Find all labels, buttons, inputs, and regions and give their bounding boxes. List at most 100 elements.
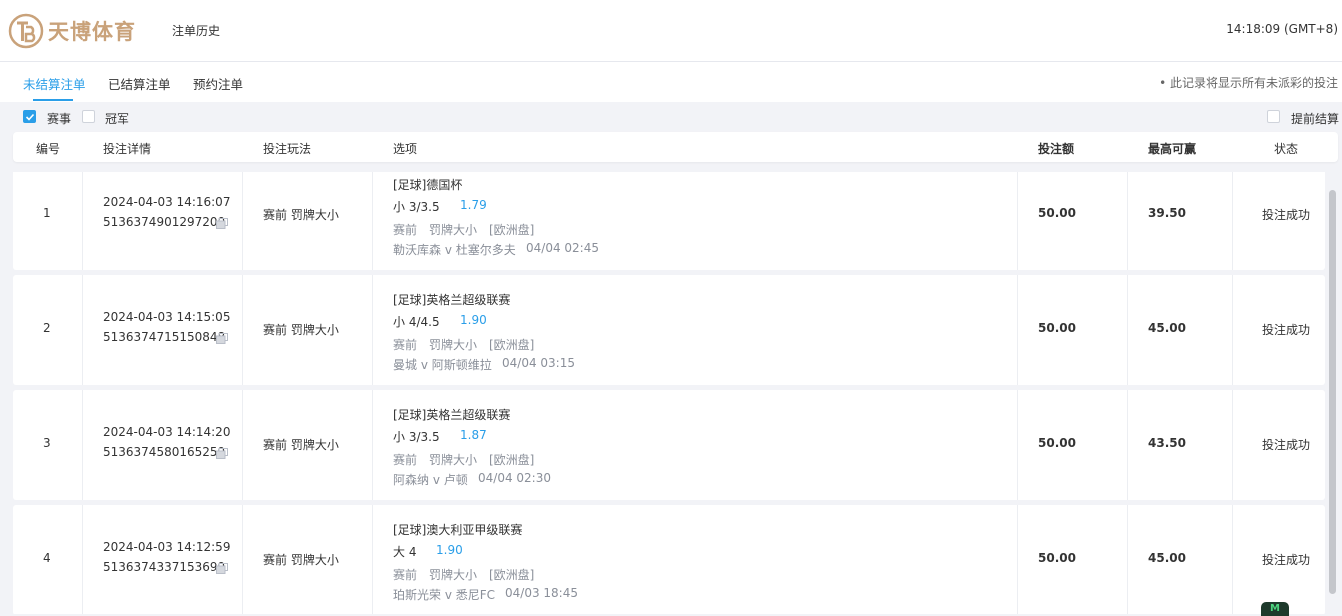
cell-stake: 50.00 <box>1018 390 1128 500</box>
table-row[interactable]: 3 2024-04-03 14:14:20 5136374580165259 赛… <box>13 390 1325 500</box>
cell-play: 赛前 罚牌大小 <box>243 390 373 500</box>
tab-settled[interactable]: 已结算注单 <box>108 74 171 93</box>
bet-datetime: 2024-04-03 14:16:07 <box>103 195 231 209</box>
bet-number: 2 <box>43 321 51 335</box>
copy-icon[interactable] <box>216 563 228 574</box>
bet-datetime: 2024-04-03 14:15:05 <box>103 310 231 324</box>
cell-play: 赛前 罚牌大小 <box>243 172 373 270</box>
bet-number: 4 <box>43 551 51 565</box>
league-name: [足球]德国杯 <box>393 178 463 192</box>
max-win-amount: 43.50 <box>1148 436 1186 450</box>
filter-bar: 赛事 冠军 提前结算 <box>0 102 1342 132</box>
col-max-win: 最高可赢 <box>1148 142 1197 156</box>
match-name: 曼城 v 阿斯顿维拉 <box>393 358 492 372</box>
pick: 小 3/3.5 <box>393 200 440 214</box>
col-stake: 投注额 <box>1038 142 1075 156</box>
tab-unsettled[interactable]: 未结算注单 <box>23 74 86 93</box>
league-name: [足球]英格兰超级联赛 <box>393 408 511 422</box>
tab-reserved[interactable]: 预约注单 <box>193 74 243 93</box>
brand-logo[interactable]: 天博体育 <box>8 12 140 52</box>
cell-detail: 2024-04-03 14:14:20 5136374580165259 <box>83 390 243 500</box>
col-selection: 选项 <box>393 142 418 156</box>
copy-icon[interactable] <box>216 218 228 229</box>
table-row[interactable]: 4 2024-04-03 14:12:59 5136374337153699 赛… <box>13 505 1325 614</box>
bet-play-type: 赛前 罚牌大小 <box>263 553 339 567</box>
max-win-amount: 45.00 <box>1148 551 1186 565</box>
copy-icon[interactable] <box>216 333 228 344</box>
market-meta: 赛前 罚牌大小 [欧洲盘] <box>393 453 535 467</box>
cell-stake: 50.00 <box>1018 505 1128 614</box>
status-text: 投注成功 <box>1262 323 1311 337</box>
cell-status: 投注成功 <box>1233 505 1325 614</box>
cell-max-win: 43.50 <box>1128 390 1233 500</box>
cell-stake: 50.00 <box>1018 275 1128 385</box>
bet-datetime: 2024-04-03 14:14:20 <box>103 425 231 439</box>
pick: 小 3/3.5 <box>393 430 440 444</box>
table-row[interactable]: 2 2024-04-03 14:15:05 5136374715150848 赛… <box>13 275 1325 385</box>
cell-selection: [足球]澳大利亚甲级联赛 大 4 1.90 赛前 罚牌大小 [欧洲盘] 珀斯光荣… <box>373 505 1018 614</box>
bet-id: 5136374901297200 <box>103 215 226 229</box>
odds: 1.90 <box>436 543 463 557</box>
notice-text: • 此记录将显示所有未派彩的投注 <box>1159 76 1338 90</box>
champion-checkbox[interactable] <box>82 110 95 123</box>
league-name: [足球]英格兰超级联赛 <box>393 293 511 307</box>
stake-amount: 50.00 <box>1038 321 1076 335</box>
cashout-checkbox[interactable] <box>1267 110 1280 123</box>
market-meta: 赛前 罚牌大小 [欧洲盘] <box>393 338 535 352</box>
bet-play-type: 赛前 罚牌大小 <box>263 208 339 222</box>
table-row[interactable]: 1 2024-04-03 14:16:07 5136374901297200 赛… <box>13 172 1325 270</box>
match-name: 珀斯光荣 v 悉尼FC <box>393 588 496 602</box>
tabs-bar: 未结算注单 已结算注单 预约注单 • 此记录将显示所有未派彩的投注 <box>0 62 1342 102</box>
stake-amount: 50.00 <box>1038 206 1076 220</box>
kickoff-time: 04/04 02:45 <box>526 241 599 255</box>
clock: 14:18:09 (GMT+8) <box>1226 22 1338 36</box>
stake-amount: 50.00 <box>1038 551 1076 565</box>
event-checkbox-label[interactable]: 赛事 <box>47 110 71 127</box>
cell-selection: [足球]英格兰超级联赛 小 4/4.5 1.90 赛前 罚牌大小 [欧洲盘] 曼… <box>373 275 1018 385</box>
cell-detail: 2024-04-03 14:12:59 5136374337153699 <box>83 505 243 614</box>
status-text: 投注成功 <box>1262 438 1311 452</box>
col-play: 投注玩法 <box>263 142 312 156</box>
kickoff-time: 04/04 03:15 <box>502 356 575 370</box>
logo-mark-icon <box>8 13 44 49</box>
cell-status: 投注成功 <box>1233 390 1325 500</box>
market-meta: 赛前 罚牌大小 [欧洲盘] <box>393 568 535 582</box>
cell-max-win: 45.00 <box>1128 275 1233 385</box>
bet-id: 5136374337153699 <box>103 560 226 574</box>
active-tab-underline <box>33 99 73 101</box>
stake-amount: 50.00 <box>1038 436 1076 450</box>
match-name: 勒沃库森 v 杜塞尔多夫 <box>393 243 516 257</box>
top-bar: 天博体育 注单历史 14:18:09 (GMT+8) <box>0 0 1342 62</box>
cell-play: 赛前 罚牌大小 <box>243 275 373 385</box>
bet-id: 5136374715150848 <box>103 330 226 344</box>
check-icon <box>25 113 35 121</box>
bet-datetime: 2024-04-03 14:12:59 <box>103 540 231 554</box>
pick: 大 4 <box>393 545 417 559</box>
pick: 小 4/4.5 <box>393 315 440 329</box>
page-title: 注单历史 <box>172 24 221 38</box>
odds: 1.90 <box>460 313 487 327</box>
kickoff-time: 04/03 18:45 <box>505 586 578 600</box>
col-detail: 投注详情 <box>103 142 152 156</box>
scrollbar-thumb[interactable] <box>1329 190 1336 594</box>
event-checkbox[interactable] <box>23 110 36 123</box>
cell-stake: 50.00 <box>1018 172 1128 270</box>
cell-detail: 2024-04-03 14:16:07 5136374901297200 <box>83 172 243 270</box>
kickoff-time: 04/04 02:30 <box>478 471 551 485</box>
bet-id: 5136374580165259 <box>103 445 226 459</box>
max-win-amount: 45.00 <box>1148 321 1186 335</box>
logo-text: 天博体育 <box>48 20 136 44</box>
odds: 1.79 <box>460 198 487 212</box>
max-win-amount: 39.50 <box>1148 206 1186 220</box>
cell-max-win: 39.50 <box>1128 172 1233 270</box>
cell-no: 3 <box>13 390 83 500</box>
cell-detail: 2024-04-03 14:15:05 5136374715150848 <box>83 275 243 385</box>
copy-icon[interactable] <box>216 448 228 459</box>
col-status: 状态 <box>1274 142 1299 156</box>
bet-play-type: 赛前 罚牌大小 <box>263 323 339 337</box>
cell-no: 1 <box>13 172 83 270</box>
champion-checkbox-label[interactable]: 冠军 <box>105 110 129 127</box>
status-text: 投注成功 <box>1262 208 1311 222</box>
cashout-checkbox-label[interactable]: 提前结算 <box>1291 110 1339 127</box>
bet-list[interactable]: 1 2024-04-03 14:16:07 5136374901297200 赛… <box>0 172 1342 614</box>
